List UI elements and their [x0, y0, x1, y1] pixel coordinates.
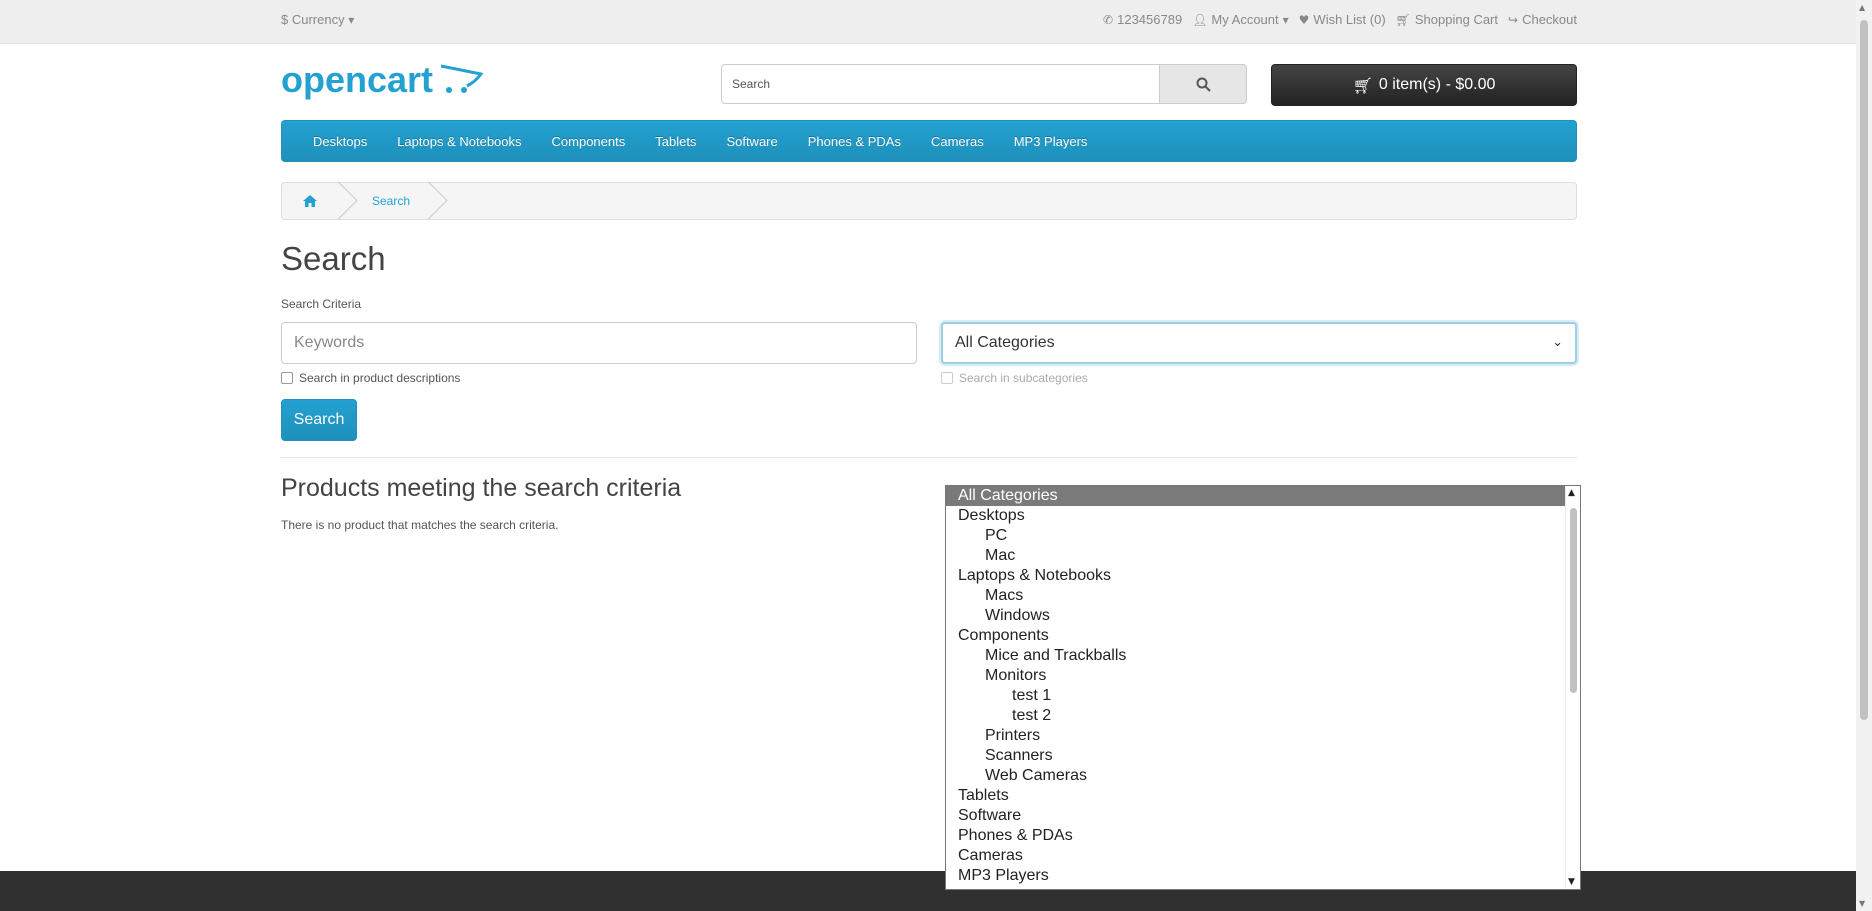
page-title: Search — [281, 240, 386, 277]
scroll-up-icon[interactable]: ▲ — [1859, 3, 1865, 12]
category-option[interactable]: PC — [946, 526, 1580, 546]
header-search-input[interactable]: Search — [721, 64, 1160, 104]
cart-icon: 🛒︎ — [1395, 12, 1411, 27]
category-option[interactable]: Scanners — [946, 746, 1580, 766]
phone-number: 123456789 — [1117, 12, 1183, 27]
category-options: All Categories Desktops PC Mac Laptops & Not… — [946, 486, 1580, 886]
breadcrumb: Search — [281, 182, 1577, 220]
category-option[interactable]: Macs — [946, 586, 1580, 606]
breadcrumb-home[interactable] — [282, 183, 342, 219]
scroll-up-icon[interactable]: ▲ — [1568, 488, 1575, 498]
main-menu: Desktops Laptops & Notebooks Components … — [281, 120, 1577, 162]
caret-down-icon: ▾ — [1282, 12, 1289, 27]
opencart-logo: opencart — [281, 59, 484, 100]
category-option[interactable]: Phones & PDAs — [946, 826, 1580, 846]
subcategories-checkbox-label: Search in subcategories — [959, 371, 1088, 385]
description-checkbox-label: Search in product descriptions — [299, 371, 461, 385]
share-icon: ↪ — [1508, 12, 1519, 27]
category-option[interactable]: test 2 — [946, 706, 1580, 726]
home-icon — [303, 195, 317, 207]
cart-button[interactable]: 🛒︎ 0 item(s) - $0.00 — [1271, 64, 1577, 106]
phone-icon: ✆ — [1103, 12, 1114, 27]
category-option[interactable]: Software — [946, 806, 1580, 826]
caret-down-icon: ▾ — [348, 13, 355, 27]
menu-item-desktops[interactable]: Desktops — [313, 134, 367, 149]
cart-icon: 🛒︎ — [1352, 75, 1373, 95]
logo[interactable]: opencart — [281, 59, 484, 106]
category-option[interactable]: Laptops & Notebooks — [946, 566, 1580, 586]
phone-link[interactable]: ✆ 123456789 — [1103, 12, 1182, 27]
top-bar: $ Currency ▾ ✆ 123456789 👤︎ My Account ▾… — [0, 0, 1856, 44]
category-option[interactable]: Web Cameras — [946, 766, 1580, 786]
keywords-input[interactable]: Keywords — [281, 322, 917, 364]
wish-list-link[interactable]: ♥ Wish List (0) — [1299, 12, 1386, 27]
scroll-down-icon[interactable]: ▼ — [1568, 877, 1575, 887]
menu-item-tablets[interactable]: Tablets — [655, 134, 696, 149]
category-option[interactable]: MP3 Players — [946, 866, 1580, 886]
category-option[interactable]: Mac — [946, 546, 1580, 566]
category-option[interactable]: Mice and Trackballs — [946, 646, 1580, 666]
shopping-cart-link[interactable]: 🛒︎ Shopping Cart — [1396, 12, 1498, 27]
category-option[interactable]: test 1 — [946, 686, 1580, 706]
category-option[interactable]: Monitors — [946, 666, 1580, 686]
chevron-down-icon: ⌄ — [1552, 335, 1563, 350]
no-results-message: There is no product that matches the sea… — [281, 518, 559, 532]
checkout-label: Checkout — [1522, 12, 1577, 27]
category-option[interactable]: Tablets — [946, 786, 1580, 806]
scroll-down-icon[interactable]: ▼ — [1859, 899, 1865, 908]
category-option[interactable]: Printers — [946, 726, 1580, 746]
category-selected-value: All Categories — [955, 334, 1055, 351]
checkout-link[interactable]: ↪ Checkout — [1508, 12, 1577, 27]
heart-icon: ♥ — [1298, 12, 1310, 27]
dropdown-scrollbar[interactable]: ▲ ▼ — [1565, 486, 1580, 889]
menu-item-components[interactable]: Components — [552, 134, 626, 149]
description-checkbox-row[interactable]: Search in product descriptions — [281, 371, 460, 385]
my-account-label: My Account — [1211, 12, 1279, 27]
products-heading: Products meeting the search criteria — [281, 474, 682, 502]
menu-item-cameras[interactable]: Cameras — [931, 134, 984, 149]
logo-text: opencart — [281, 60, 433, 100]
category-select[interactable]: All Categories ⌄ — [941, 322, 1577, 364]
category-option[interactable]: All Categories — [946, 486, 1580, 506]
header-search: Search — [721, 64, 1247, 104]
category-option[interactable]: Cameras — [946, 846, 1580, 866]
currency-dropdown[interactable]: $ Currency ▾ — [281, 12, 354, 27]
category-option[interactable]: Windows — [946, 606, 1580, 626]
breadcrumb-search-label[interactable]: Search — [372, 194, 410, 208]
header-search-button[interactable] — [1160, 64, 1247, 104]
wish-list-label: Wish List (0) — [1313, 12, 1386, 27]
menu-item-laptops[interactable]: Laptops & Notebooks — [397, 134, 521, 149]
my-account-dropdown[interactable]: 👤︎ My Account ▾ — [1192, 12, 1288, 27]
shopping-cart-label: Shopping Cart — [1414, 12, 1499, 27]
breadcrumb-search[interactable]: Search — [342, 183, 432, 219]
category-options-list[interactable]: All Categories Desktops PC Mac Laptops & Not… — [945, 485, 1581, 890]
search-criteria-label: Search Criteria — [281, 297, 362, 311]
menu-item-software[interactable]: Software — [726, 134, 777, 149]
currency-label: $ Currency — [281, 12, 345, 27]
page-scroll-thumb[interactable] — [1860, 20, 1868, 720]
user-icon: 👤︎ — [1192, 12, 1208, 27]
subcategories-checkbox — [941, 372, 953, 384]
search-button[interactable]: Search — [281, 399, 357, 441]
category-option[interactable]: Desktops — [946, 506, 1580, 526]
dropdown-scroll-thumb[interactable] — [1570, 508, 1577, 693]
menu-item-mp3[interactable]: MP3 Players — [1014, 134, 1088, 149]
menu-item-phones[interactable]: Phones & PDAs — [808, 134, 901, 149]
category-option[interactable]: Components — [946, 626, 1580, 646]
search-icon — [1196, 77, 1211, 92]
description-checkbox[interactable] — [281, 372, 293, 384]
page-scrollbar[interactable]: ▲ ▼ — [1856, 0, 1872, 911]
divider — [281, 457, 1577, 458]
subcategories-checkbox-row: Search in subcategories — [941, 371, 1088, 385]
cart-total: 0 item(s) - $0.00 — [1378, 76, 1496, 93]
top-links: ✆ 123456789 👤︎ My Account ▾ ♥ Wish List … — [1103, 12, 1577, 27]
